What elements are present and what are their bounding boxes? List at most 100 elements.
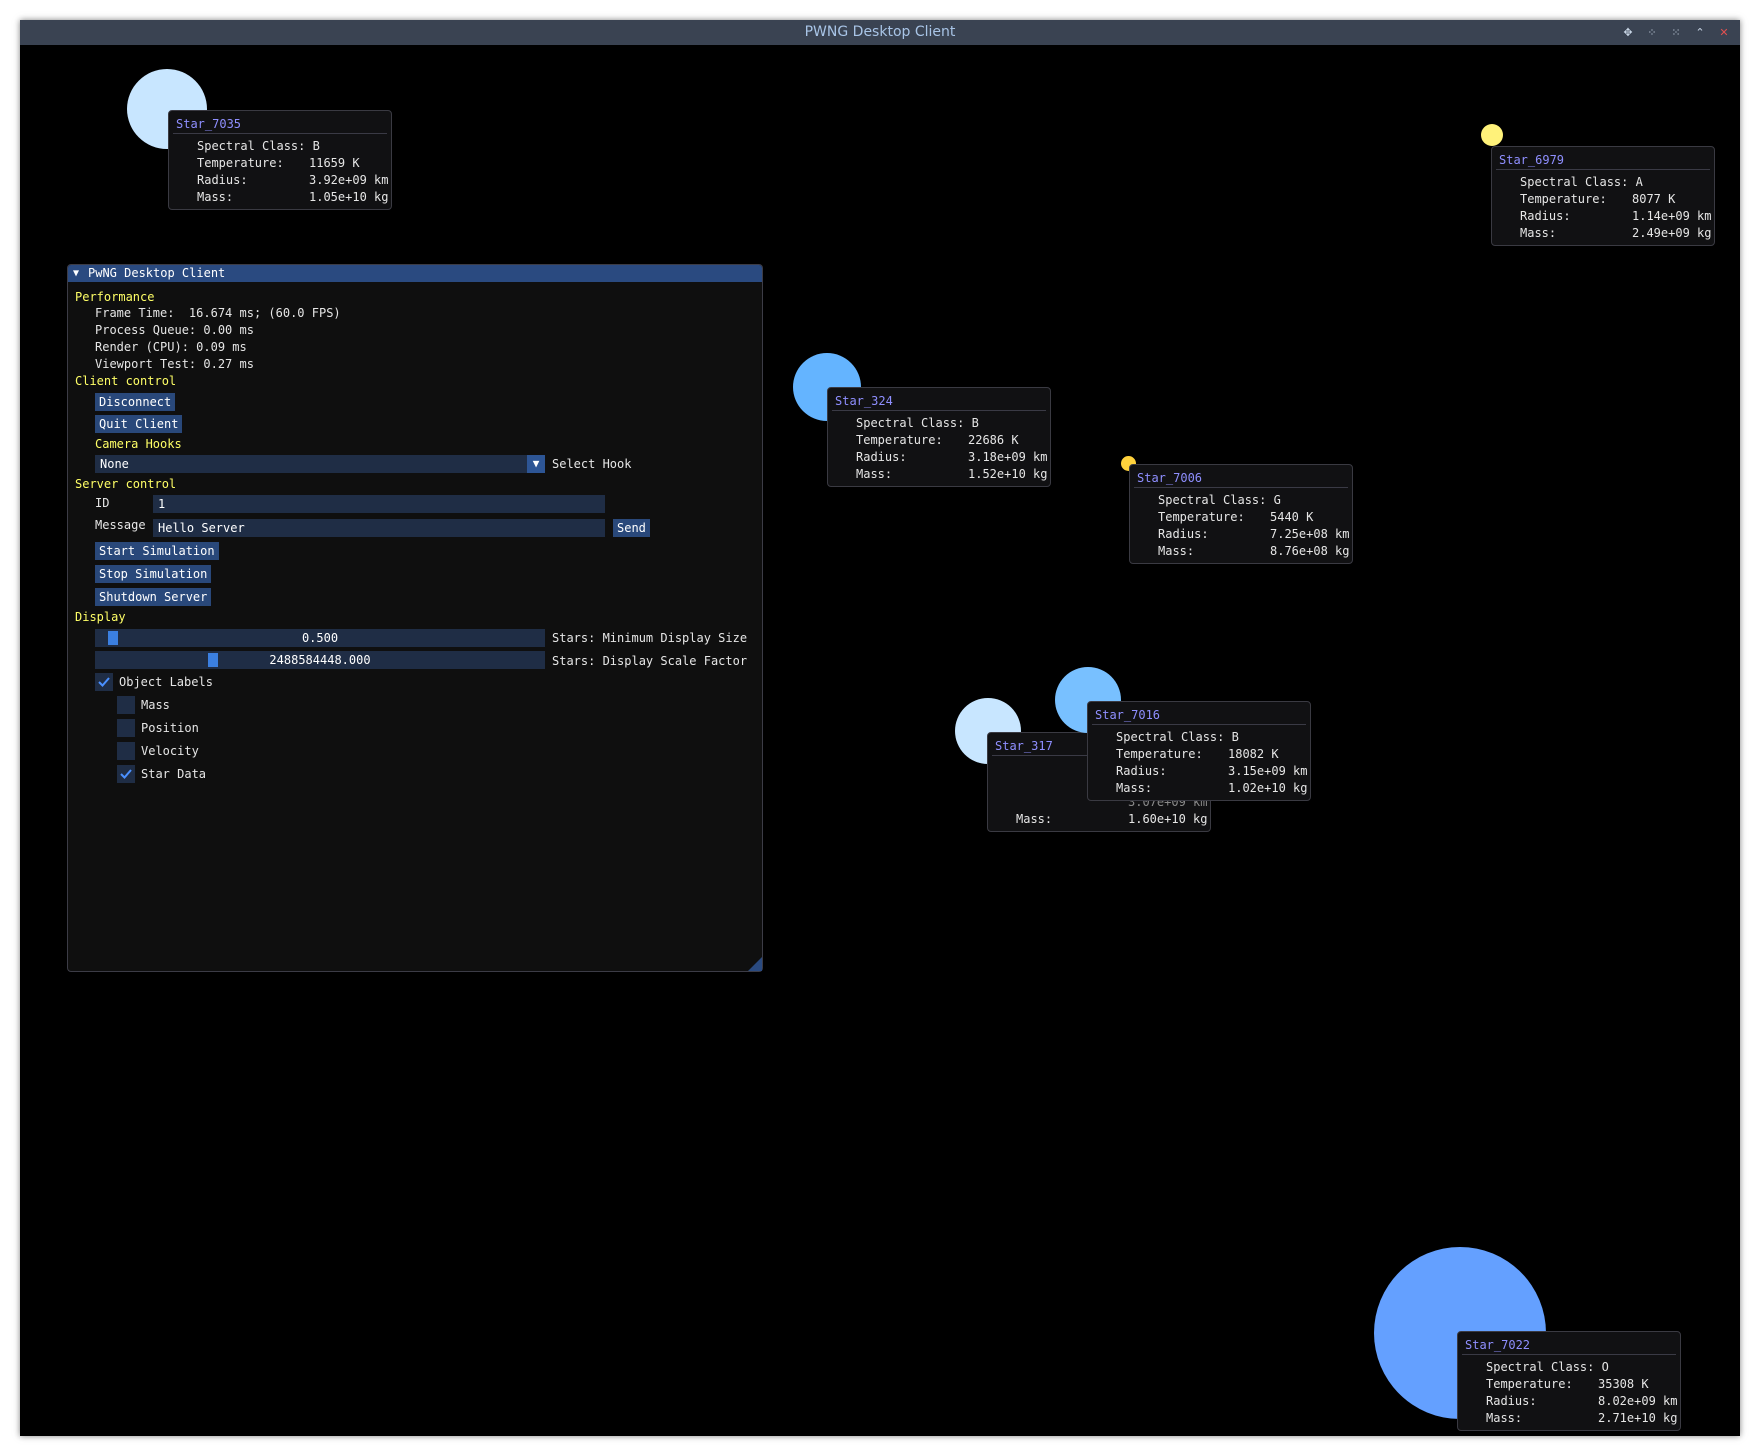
mass-label: Mass: bbox=[1158, 544, 1195, 558]
star-name: Star_7016 bbox=[1095, 708, 1161, 722]
send-button[interactable]: Send bbox=[613, 519, 650, 537]
radius-label: Radius: bbox=[197, 173, 248, 187]
panel-titlebar[interactable]: ▼ PwNG Desktop Client bbox=[68, 265, 762, 282]
collapse-triangle-icon[interactable]: ▼ bbox=[73, 265, 79, 282]
divider bbox=[173, 133, 387, 134]
close-icon[interactable]: ✕ bbox=[1716, 25, 1732, 41]
mass-checkbox[interactable] bbox=[117, 696, 135, 714]
server-control-header: Server control bbox=[75, 477, 177, 491]
temperature-value: 35308 K bbox=[1598, 1377, 1649, 1391]
temperature-label: Temperature: bbox=[1486, 1377, 1573, 1391]
star-tooltip: Star_7035 Spectral Class: B Temperature:… bbox=[168, 110, 392, 210]
combo-arrow-icon[interactable]: ▼ bbox=[527, 455, 545, 473]
object-labels-checkbox[interactable] bbox=[95, 673, 113, 691]
mass-value: 1.60e+10 kg bbox=[1128, 812, 1208, 826]
star-circle[interactable] bbox=[1481, 124, 1503, 146]
window-titlebar[interactable]: PWNG Desktop Client ✥ ⁘ ⁙ ⌃ ✕ bbox=[20, 20, 1740, 45]
star-name: Star_7035 bbox=[176, 117, 242, 131]
display-scale-slider[interactable]: 2488584448.000 bbox=[95, 651, 545, 669]
performance-header: Performance bbox=[75, 290, 155, 304]
mass-label: Mass: bbox=[1486, 1411, 1523, 1425]
min-display-size-label: Stars: Minimum Display Size bbox=[552, 631, 748, 645]
star-name: Star_6979 bbox=[1499, 153, 1565, 167]
star-name: Star_7006 bbox=[1137, 471, 1203, 485]
radius-label: Radius: bbox=[1158, 527, 1209, 541]
radius-label: Radius: bbox=[1486, 1394, 1537, 1408]
shutdown-server-button[interactable]: Shutdown Server bbox=[95, 588, 212, 606]
render-cpu-text: Render (CPU): 0.09 ms bbox=[95, 340, 247, 354]
star-data-checkbox[interactable] bbox=[117, 765, 135, 783]
tile-icon[interactable]: ⁘ bbox=[1644, 25, 1660, 41]
temperature-label: Temperature: bbox=[1158, 510, 1245, 524]
temperature-label: Temperature: bbox=[856, 433, 943, 447]
temperature-label: Temperature: bbox=[197, 156, 284, 170]
mass-value: 1.02e+10 kg bbox=[1228, 781, 1308, 795]
divider bbox=[832, 410, 1046, 411]
id-input[interactable]: 1 bbox=[153, 495, 605, 513]
velocity-checkbox[interactable] bbox=[117, 742, 135, 760]
camera-hooks-header: Camera Hooks bbox=[95, 437, 182, 451]
temperature-value: 11659 K bbox=[309, 156, 360, 170]
spectral-line: Spectral Class: O bbox=[1486, 1360, 1609, 1374]
temperature-label: Temperature: bbox=[1520, 192, 1607, 206]
mass-label: Mass: bbox=[856, 467, 893, 481]
client-control-header: Client control bbox=[75, 374, 177, 388]
radius-value: 3.92e+09 km bbox=[309, 173, 389, 187]
window-controls: ✥ ⁘ ⁙ ⌃ ✕ bbox=[1620, 20, 1732, 45]
disconnect-button[interactable]: Disconnect bbox=[95, 393, 176, 411]
hook-combo-value: None bbox=[100, 457, 129, 471]
radius-value: 1.14e+09 km bbox=[1632, 209, 1712, 223]
star-tooltip: Star_7006 Spectral Class: G Temperature:… bbox=[1129, 464, 1353, 564]
mass-label: Mass: bbox=[197, 190, 234, 204]
temperature-value: 8077 K bbox=[1632, 192, 1676, 206]
resize-grip-icon[interactable] bbox=[748, 957, 762, 971]
display-header: Display bbox=[75, 610, 126, 624]
star-tooltip: Star_6979 Spectral Class: A Temperature:… bbox=[1491, 146, 1715, 246]
divider bbox=[1462, 1354, 1676, 1355]
message-input[interactable]: Hello Server bbox=[153, 519, 605, 537]
star-tooltip: Star_7022 Spectral Class: O Temperature:… bbox=[1457, 1331, 1681, 1431]
spectral-line: Spectral Class: G bbox=[1158, 493, 1281, 507]
star-name: Star_317 bbox=[995, 739, 1053, 753]
panel-title: PwNG Desktop Client bbox=[88, 266, 226, 280]
temperature-label: Temperature: bbox=[1116, 747, 1203, 761]
maximize-icon[interactable]: ⌃ bbox=[1692, 25, 1708, 41]
spectral-line: Spectral Class: B bbox=[1116, 730, 1239, 744]
quit-client-button[interactable]: Quit Client bbox=[95, 415, 183, 433]
pin-icon[interactable]: ✥ bbox=[1620, 25, 1636, 41]
mass-option-label: Mass bbox=[141, 698, 170, 712]
radius-value: 3.15e+09 km bbox=[1228, 764, 1308, 778]
position-option-label: Position bbox=[141, 721, 199, 735]
divider bbox=[1134, 487, 1348, 488]
radius-value: 8.02e+09 km bbox=[1598, 1394, 1678, 1408]
spectral-line: Spectral Class: A bbox=[1520, 175, 1643, 189]
temperature-value: 18082 K bbox=[1228, 747, 1279, 761]
mass-value: 1.52e+10 kg bbox=[968, 467, 1048, 481]
radius-label: Radius: bbox=[1520, 209, 1571, 223]
hook-combo[interactable]: None bbox=[95, 455, 527, 473]
id-label: ID bbox=[95, 496, 110, 510]
min-display-size-slider[interactable]: 0.500 bbox=[95, 629, 545, 647]
radius-label: Radius: bbox=[856, 450, 907, 464]
temperature-value: 5440 K bbox=[1270, 510, 1314, 524]
temperature-value: 22686 K bbox=[968, 433, 1019, 447]
star-viewport[interactable]: Star_7035 Spectral Class: B Temperature:… bbox=[20, 45, 1740, 1436]
divider bbox=[1092, 724, 1306, 725]
position-checkbox[interactable] bbox=[117, 719, 135, 737]
window-title: PWNG Desktop Client bbox=[804, 24, 956, 40]
star-name: Star_7022 bbox=[1465, 1338, 1531, 1352]
grid-icon[interactable]: ⁙ bbox=[1668, 25, 1684, 41]
star-data-option-label: Star Data bbox=[141, 767, 207, 781]
checkmark-icon bbox=[98, 677, 110, 687]
radius-value: 7.25e+08 km bbox=[1270, 527, 1350, 541]
start-simulation-button[interactable]: Start Simulation bbox=[95, 542, 219, 560]
message-input-value: Hello Server bbox=[158, 521, 245, 535]
display-scale-label: Stars: Display Scale Factor bbox=[552, 654, 748, 668]
star-tooltip: Star_7016 Spectral Class: B Temperature:… bbox=[1087, 701, 1311, 801]
stop-simulation-button[interactable]: Stop Simulation bbox=[95, 565, 212, 583]
app-window: PWNG Desktop Client ✥ ⁘ ⁙ ⌃ ✕ Star_7035 … bbox=[20, 20, 1740, 1436]
object-labels-label: Object Labels bbox=[119, 675, 213, 689]
id-input-value: 1 bbox=[158, 497, 166, 511]
mass-label: Mass: bbox=[1520, 226, 1557, 240]
process-queue-text: Process Queue: 0.00 ms bbox=[95, 323, 254, 337]
